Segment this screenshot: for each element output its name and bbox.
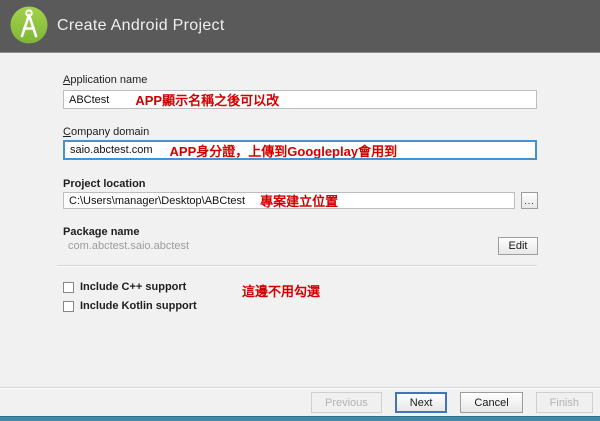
company-domain-value: saio.abctest.com (70, 144, 153, 156)
include-kotlin-checkbox[interactable] (63, 300, 74, 312)
project-location-annotation: 專案建立位置 (260, 194, 339, 209)
include-kotlin-row[interactable]: Include Kotlin support (63, 300, 197, 312)
wizard-buttons: Previous Next Cancel Finish (310, 392, 593, 413)
include-cpp-checkbox[interactable] (63, 281, 74, 293)
company-domain-input[interactable]: saio.abctest.com APP身分證，上傳到Googleplay會用到 (63, 140, 537, 160)
android-studio-logo-icon (10, 6, 48, 44)
application-name-value: ABCtest (69, 93, 110, 106)
checkbox-annotation: 這邊不用勾選 (242, 284, 321, 299)
include-cpp-label[interactable]: Include C++ support (80, 281, 186, 293)
edit-package-button[interactable]: Edit (498, 237, 538, 255)
dialog-title: Create Android Project (57, 17, 225, 34)
browse-folder-button[interactable]: ... (521, 192, 538, 209)
company-domain-annotation: APP身分證，上傳到Googleplay會用到 (169, 143, 398, 159)
include-kotlin-label[interactable]: Include Kotlin support (80, 300, 197, 312)
package-name-value: com.abctest.saio.abctest (68, 240, 190, 252)
dialog-header: Create Android Project (0, 0, 600, 53)
project-location-input[interactable]: C:\Users\manager\Desktop\ABCtest 專案建立位置 (63, 192, 515, 209)
package-name-label: Package name (63, 226, 140, 238)
create-android-project-dialog: Create Android Project Application name … (0, 0, 600, 421)
company-domain-label: Company domain (63, 126, 150, 138)
bottom-accent-bar (0, 416, 600, 421)
finish-button[interactable]: Finish (535, 392, 593, 413)
include-cpp-row[interactable]: Include C++ support (63, 281, 186, 293)
next-button[interactable]: Next (394, 392, 448, 413)
footer-divider (0, 387, 600, 388)
section-divider (57, 265, 537, 266)
application-name-label: Application name (63, 74, 148, 86)
cancel-button[interactable]: Cancel (460, 392, 523, 413)
application-name-input[interactable]: ABCtest APP顯示名稱之後可以改 (63, 90, 537, 109)
project-location-label: Project location (63, 178, 146, 190)
project-location-value: C:\Users\manager\Desktop\ABCtest (69, 194, 246, 207)
previous-button[interactable]: Previous (310, 392, 382, 413)
application-name-annotation: APP顯示名稱之後可以改 (135, 93, 280, 108)
